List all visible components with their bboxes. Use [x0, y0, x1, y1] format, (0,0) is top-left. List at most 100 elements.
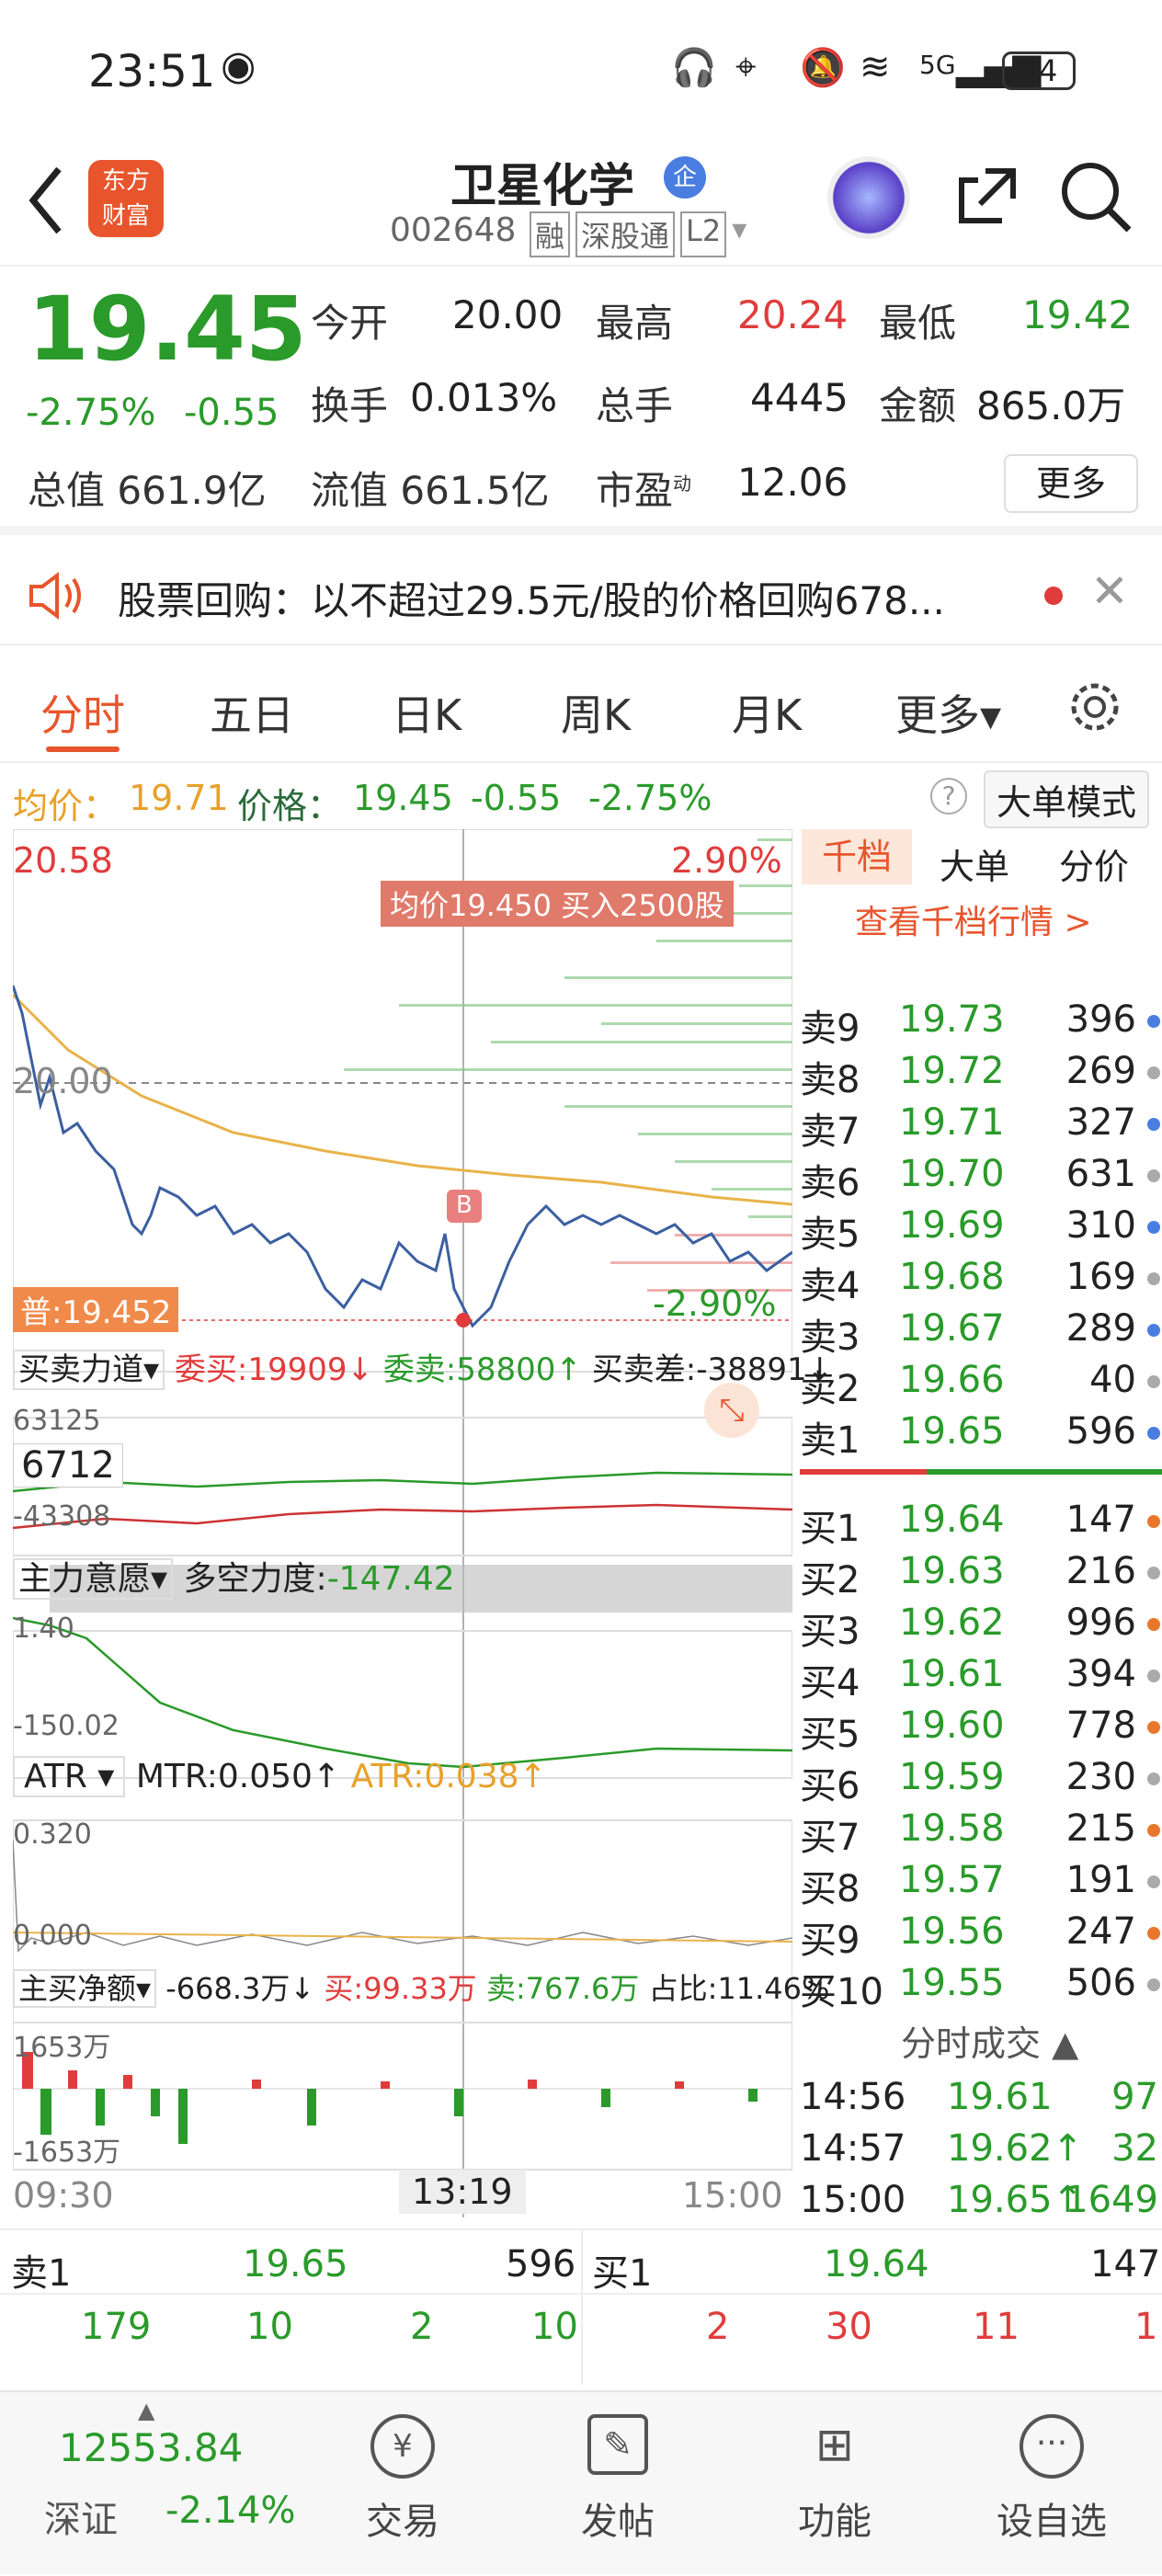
ask-row[interactable]: 卖4 19.68 169 — [800, 1256, 1162, 1307]
p1-sell-line — [12, 1503, 793, 1530]
expand-icon[interactable]: ⤡ — [704, 1383, 759, 1438]
tab-big-order[interactable]: 大单 — [940, 838, 1009, 889]
p1-ask: 委卖:58800↑ — [382, 1351, 582, 1388]
qiandang-link[interactable]: 查看千档行情 > — [855, 895, 1092, 943]
p2-line — [12, 1616, 793, 1769]
ask-vol: 327 — [1065, 1101, 1136, 1144]
robot-avatar-icon[interactable] — [827, 156, 910, 239]
big-order-mode-button[interactable]: 大单模式 — [984, 770, 1150, 828]
bid-price: 19.60 — [899, 1704, 1005, 1747]
close-icon[interactable]: ✕ — [1090, 564, 1129, 618]
notice-bar[interactable]: 股票回购：以不超过29.5元/股的价格回购678... ✕ — [0, 544, 1162, 645]
price-line — [11, 985, 793, 1328]
more-button[interactable]: 更多 — [1004, 454, 1138, 513]
chart-svg[interactable] — [11, 828, 793, 2227]
p4-legend: 主买净额▾ -668.3万↓ 买:99.33万 卖:767.6万 占比:11.4… — [13, 1966, 829, 2008]
ask-row[interactable]: 卖1 19.65 596 — [800, 1410, 1162, 1462]
trade-label: 15:00 — [800, 2179, 906, 2221]
p2-value: -147.42 — [326, 1560, 455, 1598]
p3-indicator-select[interactable]: ATR ▾ — [13, 1756, 126, 1797]
trade-row[interactable]: 14:56 19.61 97 — [800, 2076, 1162, 2127]
ask-row[interactable]: 卖6 19.70 631 — [800, 1153, 1162, 1204]
index-widget[interactable]: ▲ 12553.84 深证 -2.14% — [0, 2392, 331, 2576]
ask-price: 19.68 — [899, 1256, 1005, 1298]
ask-vol: 396 — [1065, 998, 1136, 1041]
chevron-down-icon[interactable]: ▾ — [732, 211, 746, 257]
ask-label: 卖5 — [800, 1214, 860, 1256]
speaker-icon — [29, 572, 81, 620]
tab-qiandang[interactable]: 千档 — [802, 829, 912, 884]
bid-label: 买9 — [800, 1920, 860, 1962]
ask-row[interactable]: 卖9 19.73 396 — [800, 998, 1162, 1050]
bid-row[interactable]: 买7 19.58 215 — [800, 1807, 1162, 1859]
p3-mtr: MTR:0.050↑ — [135, 1758, 341, 1795]
nav-trade[interactable]: ¥ 交易 — [311, 2392, 495, 2576]
help-icon[interactable]: ? — [930, 778, 967, 815]
p3-top: 0.320 — [13, 1818, 92, 1851]
index-pct: -2.14% — [165, 2490, 296, 2532]
bid-vol: 230 — [1065, 1756, 1136, 1798]
p3-atr: ATR:0.038↑ — [350, 1758, 547, 1795]
pe-label: 市盈 — [596, 468, 674, 513]
bid-label: 买3 — [800, 1611, 860, 1653]
bid-row[interactable]: 买1 19.64 147 — [800, 1499, 1162, 1550]
bid-row[interactable]: 买4 19.61 394 — [800, 1653, 1162, 1704]
chart-tabs: 分时 五日 日K 周K 月K 更多▾ — [0, 645, 1162, 763]
share-icon[interactable] — [949, 158, 1022, 235]
p2-indicator-select[interactable]: 主力意愿▾ — [13, 1558, 174, 1600]
trade-row[interactable]: 15:00 19.65↑ 1649 — [800, 2179, 1162, 2230]
order-dot-icon — [1147, 1066, 1160, 1079]
ask-row[interactable]: 卖3 19.67 289 — [800, 1307, 1162, 1359]
trade-vol: 32 — [1111, 2127, 1158, 2170]
tab-intraday[interactable]: 分时 — [40, 682, 125, 743]
quote-panel: 19.45 -2.75% -0.55 总值 661.9亿 今开 20.00 最高… — [0, 267, 1162, 535]
tab-more[interactable]: 更多▾ — [895, 682, 1001, 743]
tab-price-dist[interactable]: 分价 — [1059, 838, 1129, 889]
tag: L2 — [680, 211, 727, 257]
ask-row[interactable]: 卖7 19.71 327 — [800, 1101, 1162, 1153]
bid-row[interactable]: 买6 19.59 230 — [800, 1756, 1162, 1807]
app-logo[interactable]: 东方 财富 — [88, 160, 164, 237]
amount-value: 865.0万 — [976, 383, 1126, 428]
bid-row[interactable]: 买10 19.55 506 — [800, 1962, 1162, 2013]
ask-row[interactable]: 卖8 19.72 269 — [800, 1050, 1162, 1101]
bid-row[interactable]: 买8 19.57 191 — [800, 1859, 1162, 1910]
p4-indicator-select[interactable]: 主买净额▾ — [13, 1969, 157, 2008]
nav-post[interactable]: ✎ 发帖 — [526, 2392, 710, 2576]
order-dot-icon — [1147, 1272, 1160, 1285]
bid-row[interactable]: 买9 19.56 247 — [800, 1910, 1162, 1962]
tab-daily[interactable]: 日K — [392, 682, 461, 743]
tab-weekly[interactable]: 周K — [561, 682, 631, 743]
bid-row[interactable]: 买2 19.63 216 — [800, 1550, 1162, 1601]
gear-icon[interactable] — [1066, 678, 1123, 735]
ask-label: 卖2 — [800, 1368, 860, 1410]
chart-mid-price: 20.00 — [13, 1061, 113, 1101]
tab-monthly[interactable]: 月K — [732, 682, 802, 743]
trade-row[interactable]: 14:57 19.62↑ 32 — [800, 2127, 1162, 2179]
book-divider — [800, 1469, 1162, 1475]
tab-indicator — [46, 747, 120, 752]
p1-indicator-select[interactable]: 买卖力道▾ — [13, 1350, 165, 1390]
search-icon[interactable] — [1057, 158, 1134, 235]
nav-functions[interactable]: ⊞ 功能 — [743, 2392, 927, 2576]
bid-vol: 247 — [1065, 1910, 1136, 1953]
bid-vol: 778 — [1065, 1704, 1136, 1747]
trades-title[interactable]: 分时成交 ▲ — [901, 2015, 1078, 2066]
bid-row[interactable]: 买5 19.60 778 — [800, 1704, 1162, 1756]
chart-top-pct: 2.90% — [671, 840, 782, 881]
ask-row[interactable]: 卖2 19.66 40 — [800, 1359, 1162, 1410]
tag: 融 — [530, 211, 571, 257]
eye-icon: ◉ — [221, 42, 256, 89]
nav-watchlist[interactable]: ··· 设自选 — [960, 2392, 1144, 2576]
bid-vol: 996 — [1065, 1601, 1136, 1644]
back-icon[interactable] — [26, 164, 66, 237]
volume-value: 4445 — [750, 375, 849, 420]
bid-price: 19.56 — [899, 1910, 1005, 1953]
tab-5day[interactable]: 五日 — [210, 682, 294, 743]
location-icon: ⌖ — [735, 46, 757, 88]
nav-post-label: 发帖 — [581, 2501, 655, 2543]
ask-row[interactable]: 卖5 19.69 310 — [800, 1204, 1162, 1256]
intraday-chart[interactable]: 20.58 2.90% 均价19.450 买入2500股 20.00 B 普:1… — [11, 828, 833, 2227]
ask-label: 卖1 — [800, 1419, 860, 1462]
bid-row[interactable]: 买3 19.62 996 — [800, 1601, 1162, 1653]
